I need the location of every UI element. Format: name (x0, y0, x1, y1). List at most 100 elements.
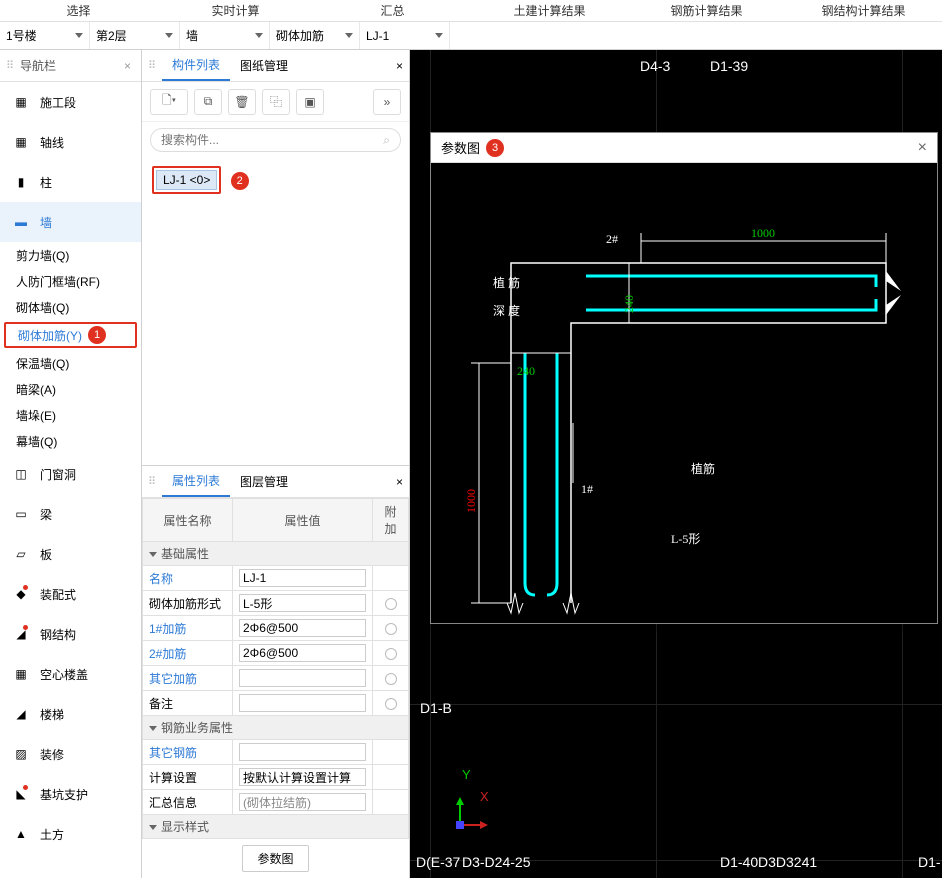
more-button[interactable]: » (373, 89, 401, 115)
filter-building[interactable]: 1号楼 (0, 22, 90, 49)
prop-section[interactable]: 钢筋业务属性 (143, 716, 409, 740)
prop-value-cell (233, 591, 373, 616)
popup-header[interactable]: 参数图 3 × (431, 133, 937, 163)
radio-icon[interactable] (385, 623, 397, 635)
canvas-label: D4-3 (640, 58, 670, 74)
copy-button[interactable]: ⧉ (194, 89, 222, 115)
prop-row: 计算设置 (143, 765, 409, 790)
nav-item-10[interactable]: ◢楼梯 (0, 694, 141, 734)
prop-value-input[interactable] (239, 594, 366, 612)
radio-icon[interactable] (385, 673, 397, 685)
prop-section[interactable]: 基础属性 (143, 542, 409, 566)
nav-header: ⠿ 导航栏 × (0, 50, 141, 82)
nav-item-9[interactable]: ▦空心楼盖 (0, 654, 141, 694)
tab-layer-mgmt[interactable]: 图层管理 (230, 466, 298, 497)
filter-floor[interactable]: 第2层 (90, 22, 180, 49)
nav-item-5[interactable]: ▭梁 (0, 494, 141, 534)
prop-row: 汇总信息 (143, 790, 409, 815)
radio-icon[interactable] (385, 698, 397, 710)
tab-drawing-mgmt[interactable]: 图纸管理 (230, 50, 298, 81)
nav-sub-0[interactable]: 剪力墙(Q) (0, 242, 141, 268)
canvas-label: D1- (918, 854, 941, 870)
close-icon[interactable]: × (396, 475, 403, 489)
nav-item-3[interactable]: ▬墙 (0, 202, 141, 242)
nav-item-0[interactable]: ▦施工段 (0, 82, 141, 122)
nav-item-7[interactable]: ◆装配式 (0, 574, 141, 614)
prop-value-input[interactable] (239, 669, 366, 687)
nav-sub-5[interactable]: 暗梁(A) (0, 376, 141, 402)
param-diagram-button[interactable]: 参数图 (242, 845, 308, 872)
nav-sub-1[interactable]: 人防门框墙(RF) (0, 268, 141, 294)
nav-label: 板 (40, 546, 52, 563)
mid-panel: ⠿ 构件列表 图纸管理 × 🗋▾ ⧉ 🗑 ⿻ ▣ » ⌕ LJ-1 <0> 2 (142, 50, 410, 878)
new-button[interactable]: 🗋▾ (150, 89, 188, 115)
prop-value-input[interactable] (239, 743, 366, 761)
filter-subcategory[interactable]: 砌体加筋 (270, 22, 360, 49)
radio-icon[interactable] (385, 648, 397, 660)
nav-icon: ▭ (10, 503, 32, 525)
nav-sub-4[interactable]: 保温墙(Q) (0, 350, 141, 376)
prop-name[interactable]: 名称 (143, 566, 233, 591)
nav-label: 基坑支护 (40, 786, 88, 803)
prop-value-input[interactable] (239, 694, 366, 712)
layer-button[interactable]: ▣ (296, 89, 324, 115)
nav-item-1[interactable]: ▦轴线 (0, 122, 141, 162)
close-icon[interactable]: × (396, 59, 403, 73)
nav-item-8[interactable]: ◢钢结构 (0, 614, 141, 654)
prop-name[interactable]: 其它钢筋 (143, 740, 233, 765)
component-item[interactable]: LJ-1 <0> (156, 170, 217, 190)
nav-sub-7[interactable]: 幕墙(Q) (0, 428, 141, 454)
nav-item-2[interactable]: ▮柱 (0, 162, 141, 202)
close-icon[interactable]: × (120, 59, 135, 73)
nav-item-13[interactable]: ▲土方 (0, 814, 141, 854)
prop-name[interactable]: 1#加筋 (143, 616, 233, 641)
radio-icon[interactable] (385, 598, 397, 610)
top-tab[interactable]: 汇总 (314, 0, 471, 21)
close-icon[interactable]: × (918, 139, 927, 157)
prop-value-input[interactable] (239, 619, 366, 637)
duplicate-button[interactable]: ⿻ (262, 89, 290, 115)
prop-name[interactable]: 其它加筋 (143, 666, 233, 691)
nav-label: 梁 (40, 506, 52, 523)
nav-item-12[interactable]: ◣ 基坑支护 (0, 774, 141, 814)
prop-section[interactable]: 显示样式 (143, 815, 409, 839)
nav-sub-label: 砌体墙(Q) (16, 299, 69, 316)
filter-instance[interactable]: LJ-1 (360, 22, 450, 49)
prop-value-input[interactable] (239, 768, 366, 786)
prop-value-input[interactable] (239, 569, 366, 587)
filter-category[interactable]: 墙 (180, 22, 270, 49)
tab-property-list[interactable]: 属性列表 (162, 466, 230, 497)
prop-extra (373, 566, 409, 591)
search-box[interactable]: ⌕ (150, 128, 401, 152)
nav-sub-6[interactable]: 墙垛(E) (0, 402, 141, 428)
nav-sub-3[interactable]: 砌体加筋(Y)1 (4, 322, 137, 348)
nav-icon: ◣ (10, 783, 32, 805)
prop-row: 备注 (143, 691, 409, 716)
tab-component-list[interactable]: 构件列表 (162, 50, 230, 81)
dim-240-h: 240 (517, 364, 535, 378)
search-input[interactable] (161, 133, 383, 147)
popup-title: 参数图 (441, 138, 480, 157)
nav-item-4[interactable]: ◫门窗洞 (0, 454, 141, 494)
nav-icon: ◫ (10, 463, 32, 485)
prop-name[interactable]: 2#加筋 (143, 641, 233, 666)
nav-item-11[interactable]: ▨装修 (0, 734, 141, 774)
top-tab[interactable]: 土建计算结果 (471, 0, 628, 21)
nav-sub-2[interactable]: 砌体墙(Q) (0, 294, 141, 320)
canvas-label: D(E-37 (416, 854, 460, 870)
nav-icon: ◆ (10, 583, 32, 605)
grip-icon[interactable]: ⠿ (6, 59, 16, 72)
grip-icon[interactable]: ⠿ (148, 59, 158, 72)
prop-value-input[interactable] (239, 644, 366, 662)
grip-icon[interactable]: ⠿ (148, 475, 158, 488)
top-tab[interactable]: 钢结构计算结果 (785, 0, 942, 21)
top-tab[interactable]: 实时计算 (157, 0, 314, 21)
prop-value-input[interactable] (239, 793, 366, 811)
nav-item-6[interactable]: ▱板 (0, 534, 141, 574)
dim-left-length: 1000 (464, 489, 478, 513)
col-extra: 附加 (373, 499, 409, 542)
delete-button[interactable]: 🗑 (228, 89, 256, 115)
top-tab[interactable]: 钢筋计算结果 (628, 0, 785, 21)
top-tab[interactable]: 选择 (0, 0, 157, 21)
col-value: 属性值 (233, 499, 373, 542)
